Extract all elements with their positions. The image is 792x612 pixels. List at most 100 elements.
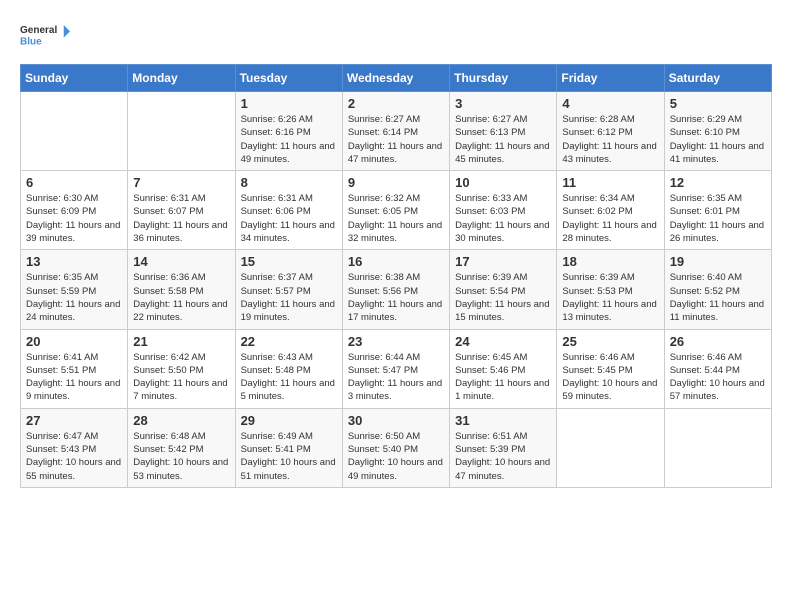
header-cell-thursday: Thursday — [450, 65, 557, 92]
day-number: 29 — [241, 413, 337, 428]
day-number: 22 — [241, 334, 337, 349]
day-number: 21 — [133, 334, 229, 349]
day-cell: 24 Sunrise: 6:45 AM Sunset: 5:46 PM Dayli… — [450, 329, 557, 408]
header: General Blue — [20, 16, 772, 56]
day-cell: 5 Sunrise: 6:29 AM Sunset: 6:10 PM Daylig… — [664, 92, 771, 171]
day-info: Sunrise: 6:28 AM Sunset: 6:12 PM Dayligh… — [562, 113, 658, 166]
day-info: Sunrise: 6:38 AM Sunset: 5:56 PM Dayligh… — [348, 271, 444, 324]
day-number: 3 — [455, 96, 551, 111]
day-info: Sunrise: 6:42 AM Sunset: 5:50 PM Dayligh… — [133, 351, 229, 404]
day-cell: 22 Sunrise: 6:43 AM Sunset: 5:48 PM Dayli… — [235, 329, 342, 408]
day-number: 28 — [133, 413, 229, 428]
day-info: Sunrise: 6:31 AM Sunset: 6:07 PM Dayligh… — [133, 192, 229, 245]
day-info: Sunrise: 6:34 AM Sunset: 6:02 PM Dayligh… — [562, 192, 658, 245]
day-number: 16 — [348, 254, 444, 269]
day-number: 14 — [133, 254, 229, 269]
day-cell — [21, 92, 128, 171]
day-info: Sunrise: 6:30 AM Sunset: 6:09 PM Dayligh… — [26, 192, 122, 245]
day-info: Sunrise: 6:36 AM Sunset: 5:58 PM Dayligh… — [133, 271, 229, 324]
day-info: Sunrise: 6:45 AM Sunset: 5:46 PM Dayligh… — [455, 351, 551, 404]
day-info: Sunrise: 6:31 AM Sunset: 6:06 PM Dayligh… — [241, 192, 337, 245]
day-cell: 29 Sunrise: 6:49 AM Sunset: 5:41 PM Dayli… — [235, 408, 342, 487]
day-number: 13 — [26, 254, 122, 269]
week-row-2: 6 Sunrise: 6:30 AM Sunset: 6:09 PM Daylig… — [21, 171, 772, 250]
day-info: Sunrise: 6:43 AM Sunset: 5:48 PM Dayligh… — [241, 351, 337, 404]
day-number: 10 — [455, 175, 551, 190]
day-info: Sunrise: 6:40 AM Sunset: 5:52 PM Dayligh… — [670, 271, 766, 324]
day-info: Sunrise: 6:32 AM Sunset: 6:05 PM Dayligh… — [348, 192, 444, 245]
day-cell: 23 Sunrise: 6:44 AM Sunset: 5:47 PM Dayli… — [342, 329, 449, 408]
day-cell: 15 Sunrise: 6:37 AM Sunset: 5:57 PM Dayli… — [235, 250, 342, 329]
day-info: Sunrise: 6:33 AM Sunset: 6:03 PM Dayligh… — [455, 192, 551, 245]
day-info: Sunrise: 6:35 AM Sunset: 5:59 PM Dayligh… — [26, 271, 122, 324]
day-number: 4 — [562, 96, 658, 111]
day-cell: 19Sunrise: 6:40 AM Sunset: 5:52 PM Dayli… — [664, 250, 771, 329]
day-cell: 14 Sunrise: 6:36 AM Sunset: 5:58 PM Dayli… — [128, 250, 235, 329]
day-cell: 12 Sunrise: 6:35 AM Sunset: 6:01 PM Dayli… — [664, 171, 771, 250]
day-number: 26 — [670, 334, 766, 349]
day-number: 24 — [455, 334, 551, 349]
day-number: 23 — [348, 334, 444, 349]
header-cell-monday: Monday — [128, 65, 235, 92]
day-cell: 28Sunrise: 6:48 AM Sunset: 5:42 PM Dayli… — [128, 408, 235, 487]
svg-text:Blue: Blue — [20, 36, 42, 47]
header-cell-wednesday: Wednesday — [342, 65, 449, 92]
day-info: Sunrise: 6:39 AM Sunset: 5:54 PM Dayligh… — [455, 271, 551, 324]
day-cell: 2 Sunrise: 6:27 AM Sunset: 6:14 PM Daylig… — [342, 92, 449, 171]
day-info: Sunrise: 6:37 AM Sunset: 5:57 PM Dayligh… — [241, 271, 337, 324]
day-cell: 4 Sunrise: 6:28 AM Sunset: 6:12 PM Daylig… — [557, 92, 664, 171]
day-number: 5 — [670, 96, 766, 111]
day-cell: 8 Sunrise: 6:31 AM Sunset: 6:06 PM Daylig… — [235, 171, 342, 250]
day-cell: 3 Sunrise: 6:27 AM Sunset: 6:13 PM Daylig… — [450, 92, 557, 171]
day-number: 18 — [562, 254, 658, 269]
day-info: Sunrise: 6:27 AM Sunset: 6:13 PM Dayligh… — [455, 113, 551, 166]
day-number: 17 — [455, 254, 551, 269]
day-number: 27 — [26, 413, 122, 428]
day-cell: 11 Sunrise: 6:34 AM Sunset: 6:02 PM Dayli… — [557, 171, 664, 250]
header-cell-friday: Friday — [557, 65, 664, 92]
week-row-1: 1Sunrise: 6:26 AM Sunset: 6:16 PM Daylig… — [21, 92, 772, 171]
week-row-4: 20Sunrise: 6:41 AM Sunset: 5:51 PM Dayli… — [21, 329, 772, 408]
header-cell-tuesday: Tuesday — [235, 65, 342, 92]
day-number: 6 — [26, 175, 122, 190]
day-cell: 13 Sunrise: 6:35 AM Sunset: 5:59 PM Dayli… — [21, 250, 128, 329]
header-row: SundayMondayTuesdayWednesdayThursdayFrid… — [21, 65, 772, 92]
day-number: 11 — [562, 175, 658, 190]
calendar-table: SundayMondayTuesdayWednesdayThursdayFrid… — [20, 64, 772, 488]
day-info: Sunrise: 6:41 AM Sunset: 5:51 PM Dayligh… — [26, 351, 122, 404]
day-cell — [128, 92, 235, 171]
day-number: 2 — [348, 96, 444, 111]
day-cell: 10 Sunrise: 6:33 AM Sunset: 6:03 PM Dayli… — [450, 171, 557, 250]
header-cell-saturday: Saturday — [664, 65, 771, 92]
svg-text:General: General — [20, 25, 57, 36]
day-number: 12 — [670, 175, 766, 190]
day-cell: 1Sunrise: 6:26 AM Sunset: 6:16 PM Daylig… — [235, 92, 342, 171]
day-number: 15 — [241, 254, 337, 269]
day-info: Sunrise: 6:35 AM Sunset: 6:01 PM Dayligh… — [670, 192, 766, 245]
day-cell: 18 Sunrise: 6:39 AM Sunset: 5:53 PM Dayli… — [557, 250, 664, 329]
day-info: Sunrise: 6:39 AM Sunset: 5:53 PM Dayligh… — [562, 271, 658, 324]
day-info: Sunrise: 6:49 AM Sunset: 5:41 PM Dayligh… — [241, 430, 337, 483]
day-number: 1 — [241, 96, 337, 111]
day-cell: 30Sunrise: 6:50 AM Sunset: 5:40 PM Dayli… — [342, 408, 449, 487]
header-cell-sunday: Sunday — [21, 65, 128, 92]
day-cell: 6 Sunrise: 6:30 AM Sunset: 6:09 PM Daylig… — [21, 171, 128, 250]
logo-svg: General Blue — [20, 16, 70, 56]
day-cell: 9Sunrise: 6:32 AM Sunset: 6:05 PM Daylig… — [342, 171, 449, 250]
day-cell: 21 Sunrise: 6:42 AM Sunset: 5:50 PM Dayli… — [128, 329, 235, 408]
day-cell: 27 Sunrise: 6:47 AM Sunset: 5:43 PM Dayli… — [21, 408, 128, 487]
day-info: Sunrise: 6:27 AM Sunset: 6:14 PM Dayligh… — [348, 113, 444, 166]
day-info: Sunrise: 6:47 AM Sunset: 5:43 PM Dayligh… — [26, 430, 122, 483]
calendar-page: General Blue SundayMondayTuesdayWednesda… — [0, 0, 792, 612]
day-cell: 31Sunrise: 6:51 AM Sunset: 5:39 PM Dayli… — [450, 408, 557, 487]
day-cell: 26Sunrise: 6:46 AM Sunset: 5:44 PM Dayli… — [664, 329, 771, 408]
week-row-3: 13 Sunrise: 6:35 AM Sunset: 5:59 PM Dayli… — [21, 250, 772, 329]
logo: General Blue — [20, 16, 70, 56]
day-cell — [557, 408, 664, 487]
day-cell: 7Sunrise: 6:31 AM Sunset: 6:07 PM Daylig… — [128, 171, 235, 250]
day-info: Sunrise: 6:29 AM Sunset: 6:10 PM Dayligh… — [670, 113, 766, 166]
day-cell — [664, 408, 771, 487]
day-number: 8 — [241, 175, 337, 190]
day-info: Sunrise: 6:44 AM Sunset: 5:47 PM Dayligh… — [348, 351, 444, 404]
day-info: Sunrise: 6:50 AM Sunset: 5:40 PM Dayligh… — [348, 430, 444, 483]
